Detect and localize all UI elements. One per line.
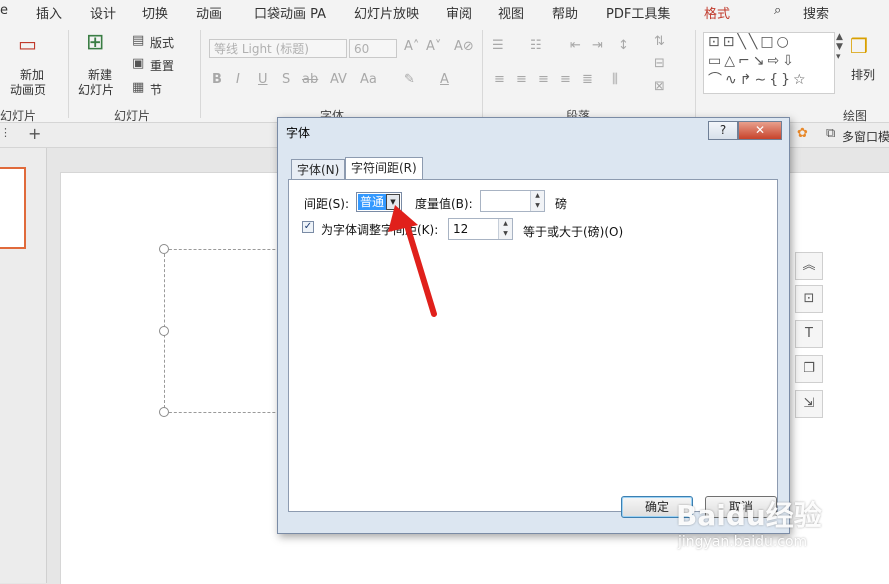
arrow-shaft	[403, 219, 437, 317]
watermark: Baidu经验 jingyan.baidu.com	[676, 494, 876, 574]
watermark-brand: Baidu经验	[676, 499, 822, 532]
watermark-url: jingyan.baidu.com	[678, 534, 808, 550]
arrow-head	[388, 205, 418, 232]
